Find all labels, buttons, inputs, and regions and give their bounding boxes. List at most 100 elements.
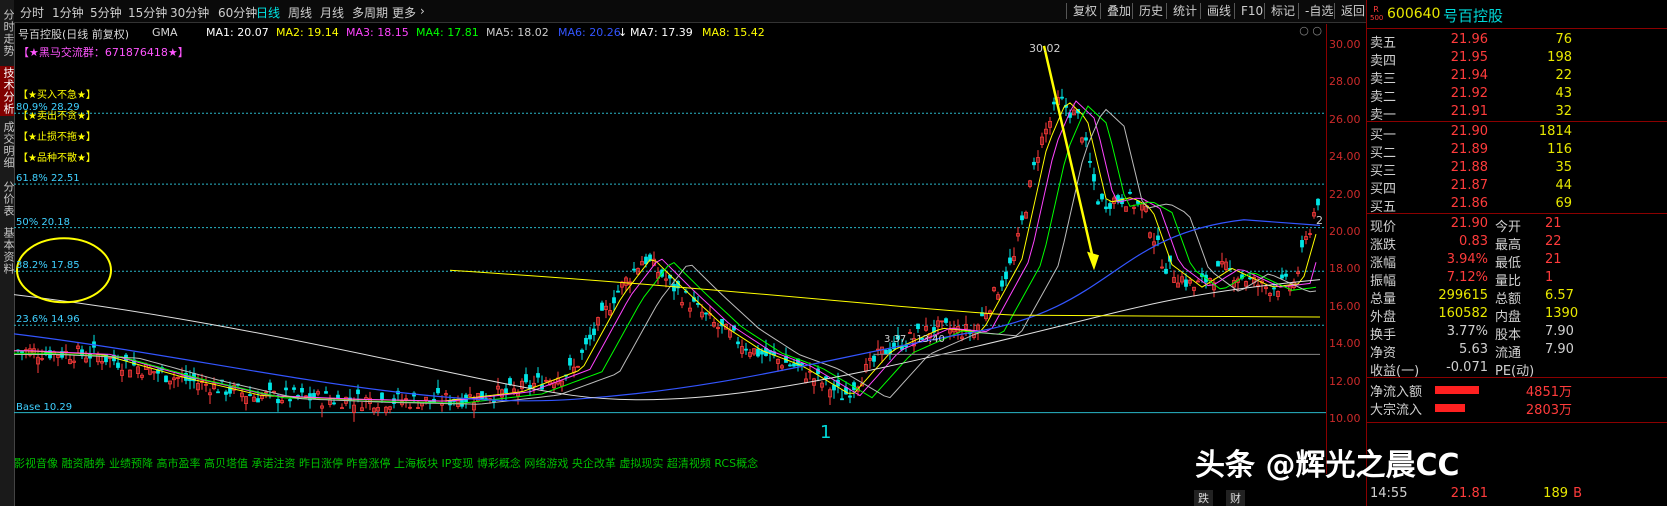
chart-header: 号百控股(日线 前复权) GMA ○ ○ MA1: 20.07 MA2: 19.1… [14, 24, 1326, 42]
fib-label: 61.8% 22.51 [16, 173, 80, 185]
candle-body [380, 392, 384, 401]
quote-label: 买四 [1370, 182, 1397, 197]
fib-label: Base 10.29 [16, 401, 73, 413]
candle-body [1284, 273, 1288, 277]
period-tab-1[interactable]: 1分钟 [52, 4, 84, 21]
chart-options-icon[interactable]: ○ ○ [1299, 24, 1322, 37]
stat-value: 7.12% [1446, 270, 1488, 285]
candle-body [672, 284, 676, 292]
stat-value: 5.63 [1459, 342, 1488, 357]
flow-bar [1435, 386, 1479, 394]
kline-svg[interactable] [13, 42, 1326, 462]
candle-body [1052, 101, 1056, 105]
period-tab-2[interactable]: 5分钟 [90, 4, 122, 21]
quote-row: 卖五 21.96 76 [1367, 32, 1667, 51]
candle-body [1280, 274, 1284, 279]
stat-row: 换手 3.77% 股本 7.90 [1367, 324, 1667, 343]
period-tab-0[interactable]: 分时 [20, 4, 44, 21]
period-tab-5[interactable]: 60分钟 [218, 4, 257, 21]
stat-label: 最高 [1495, 238, 1522, 253]
stat-row: 涨幅 3.94% 最低 21 [1367, 252, 1667, 271]
left-tab-3[interactable]: 分价表 [0, 176, 15, 222]
candle-body [788, 364, 792, 367]
quote-label: 买一 [1370, 128, 1397, 143]
period-tab-9[interactable]: 多周期 [352, 4, 388, 21]
price-tick: 16.00 [1329, 299, 1361, 313]
quote-volume: 116 [1547, 142, 1572, 157]
divider [1367, 422, 1667, 423]
candle-body [1184, 279, 1188, 287]
bottom-tab-0[interactable]: 跌 [1194, 490, 1213, 506]
quote-label: 卖四 [1370, 54, 1397, 69]
quote-label: 买二 [1370, 146, 1397, 161]
left-tab-4[interactable]: 基本资料 [0, 226, 15, 276]
quote-row: 买三 21.88 35 [1367, 160, 1667, 179]
tick-direction: B [1573, 486, 1582, 501]
flow-bar [1435, 404, 1465, 412]
candle-body [1316, 198, 1320, 206]
toolbar-button-0[interactable]: 复权 [1066, 3, 1103, 19]
trading-tip: 【★买入不急★】 [18, 90, 96, 101]
stat-row: 外盘 160582 内盘 1390 [1367, 306, 1667, 325]
candle-body [1164, 268, 1168, 274]
toolbar-button-4[interactable]: 画线 [1200, 3, 1237, 19]
bottom-tab-1[interactable]: 财 [1226, 490, 1245, 506]
candle-body [944, 318, 948, 323]
period-tab-8[interactable]: 月线 [320, 4, 344, 21]
quote-price: 21.88 [1450, 160, 1488, 175]
candle-body [792, 363, 796, 367]
period-tab-7[interactable]: 周线 [288, 4, 312, 21]
stat-value: 21 [1545, 216, 1562, 231]
price-tick: 24.00 [1329, 150, 1361, 164]
tick-time: 14:55 [1370, 486, 1408, 501]
left-tab-2[interactable]: 成交明细 [0, 120, 15, 170]
candle-body [592, 328, 596, 336]
flow-row: 大宗流入 2803万 [1367, 399, 1667, 418]
candle-body [504, 388, 508, 394]
candle-body [164, 375, 168, 383]
chart-title: 号百控股(日线 前复权) [18, 28, 130, 41]
period-tab-3[interactable]: 15分钟 [128, 4, 167, 21]
candle-body [1032, 161, 1036, 166]
candle-body [256, 398, 260, 403]
trading-tip: 【★止损不拖★】 [18, 132, 96, 143]
stat-label: 外盘 [1370, 310, 1397, 325]
candle-body [292, 387, 296, 390]
more-arrow-icon[interactable]: › [420, 4, 425, 18]
ma-legend-3: MA3: 18.15 [346, 26, 409, 39]
indicator-name[interactable]: GMA [152, 26, 178, 39]
candle-body [224, 391, 228, 395]
quote-label: 买三 [1370, 164, 1397, 179]
left-tab-1[interactable]: 技术分析 [0, 66, 15, 116]
r-badge-number: 500 [1370, 14, 1384, 22]
ma3-line [14, 100, 1317, 402]
toolbar-button-6[interactable]: 标记 [1264, 3, 1301, 19]
quote-volume: 22 [1555, 68, 1572, 83]
left-tab-0[interactable]: 分时走势 [0, 8, 15, 58]
group-banner: 【★黑马交流群：671876418★】 [18, 46, 189, 59]
candle-body [736, 341, 740, 345]
kline-chart[interactable]: 【★黑马交流群：671876418★】 【★买入不急★】 【★卖出不贪★】 【★止损… [13, 42, 1326, 462]
price-tick: 12.00 [1329, 374, 1361, 388]
trend-arrow-head [1087, 251, 1099, 271]
period-tab-6[interactable]: 日线 [256, 4, 280, 21]
period-tab-4[interactable]: 30分钟 [170, 4, 209, 21]
quote-price: 21.95 [1450, 50, 1488, 65]
concept-tags: 影视音像 融资融券 业绩预降 高市盈率 高贝塔值 承诺注资 昨日涨停 昨曾涨停 … [14, 457, 759, 470]
divider [1367, 377, 1667, 378]
trading-tip: 【★品种不散★】 [18, 153, 96, 164]
stat-label: 股本 [1495, 328, 1522, 343]
period-tab-10[interactable]: 更多 [392, 4, 416, 21]
candle-body [744, 348, 748, 351]
quote-volume: 198 [1547, 50, 1572, 65]
stat-value: -0.071 [1446, 360, 1488, 375]
candle-body [1084, 137, 1088, 141]
stat-label: 今开 [1495, 220, 1522, 235]
toolbar-button-3[interactable]: 统计 [1166, 3, 1203, 19]
candle-body [1092, 174, 1096, 182]
price-tick: 30.00 [1329, 38, 1361, 51]
quote-price: 21.94 [1450, 68, 1488, 83]
quote-row: 买二 21.89 116 [1367, 142, 1667, 161]
toolbar-button-2[interactable]: 历史 [1132, 3, 1169, 19]
fib-label: 38.2% 17.85 [16, 260, 80, 272]
